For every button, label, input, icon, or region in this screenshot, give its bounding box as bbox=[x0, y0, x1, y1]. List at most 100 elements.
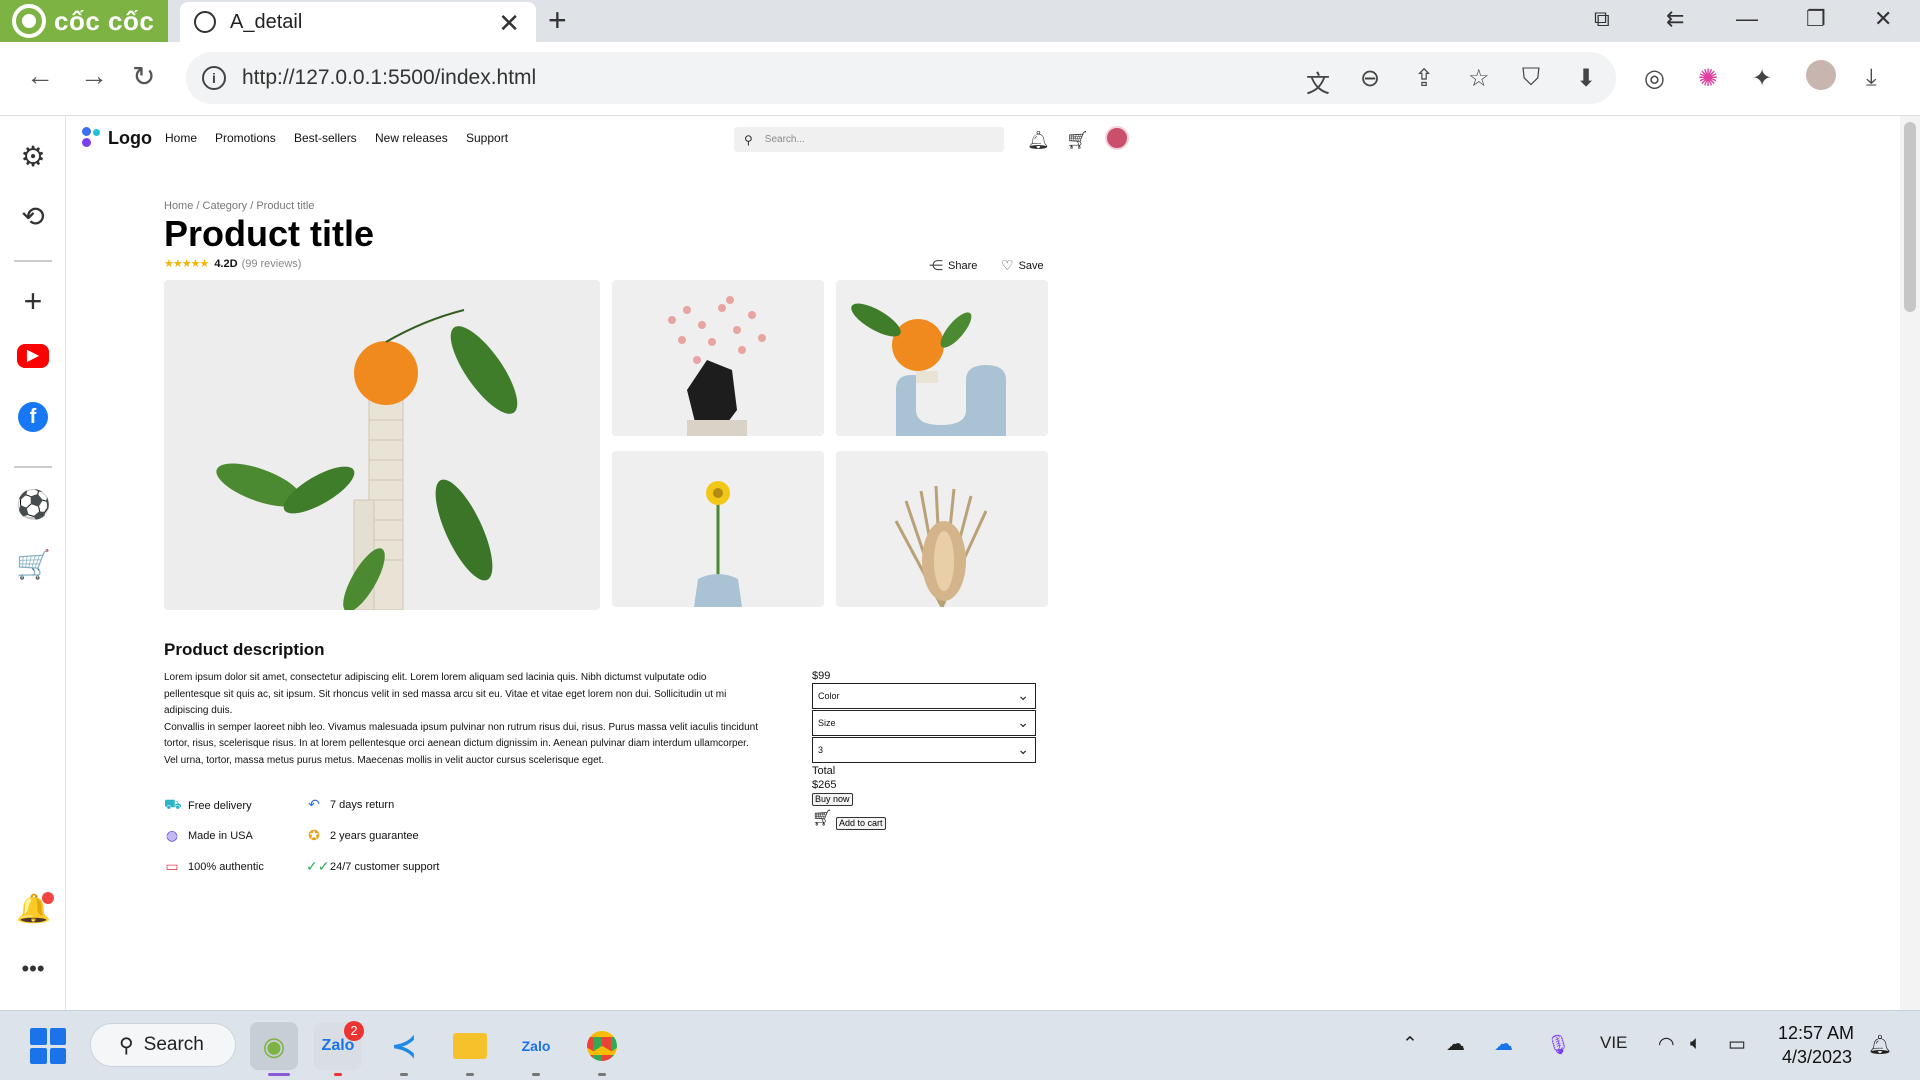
nav-link-home[interactable]: Home bbox=[165, 131, 197, 145]
feature-authentic: ▭ 100% authentic bbox=[164, 858, 263, 875]
feature-label: Free delivery bbox=[188, 799, 252, 812]
product-thumb-yellow-flower[interactable] bbox=[612, 451, 824, 607]
volume-icon[interactable]: 🔈︎ bbox=[1690, 1033, 1701, 1055]
share-page-icon[interactable]: ⇪ bbox=[1414, 64, 1434, 93]
file-explorer-taskbar-icon[interactable] bbox=[446, 1022, 494, 1070]
taskbar-search[interactable]: ⚲ Search bbox=[90, 1023, 236, 1067]
windows-start-icon[interactable] bbox=[30, 1028, 66, 1064]
color-wheel-icon[interactable]: ✺ bbox=[1698, 64, 1718, 93]
save-button[interactable]: ♡ Save bbox=[1001, 257, 1044, 274]
close-tab-icon[interactable]: ✕ bbox=[498, 8, 520, 39]
clock-date[interactable]: 4/3/2023 bbox=[1782, 1047, 1852, 1068]
extensions-icon[interactable]: ✦ bbox=[1752, 64, 1772, 93]
close-window-button[interactable]: ✕ bbox=[1874, 6, 1892, 32]
chevron-up-icon[interactable]: ⌃ bbox=[1402, 1033, 1418, 1056]
translate-icon[interactable]: 文 bbox=[1306, 64, 1330, 99]
tab-title: A_detail bbox=[230, 10, 303, 33]
nav-link-new-releases[interactable]: New releases bbox=[375, 131, 448, 145]
youtube-icon[interactable]: ▶ bbox=[17, 344, 49, 368]
quantity-select-value: 3 bbox=[818, 745, 824, 755]
add-to-cart-button[interactable]: Add to cart bbox=[836, 817, 886, 830]
review-count[interactable]: (99 reviews) bbox=[242, 258, 302, 270]
history-icon[interactable]: ⟲ bbox=[16, 200, 50, 234]
cart-icon[interactable]: 🛒︎ bbox=[1066, 130, 1089, 151]
browser-tab-strip: cốc cốc A_detail ✕ + ⧉ ⇇ — ❐ ✕ bbox=[0, 0, 1920, 42]
product-main-image[interactable] bbox=[164, 280, 600, 610]
new-tab-button[interactable]: + bbox=[548, 2, 567, 39]
heart-icon: ♡ bbox=[1001, 257, 1014, 273]
user-avatar[interactable] bbox=[1105, 126, 1129, 150]
bookmark-star-icon[interactable]: ☆ bbox=[1468, 64, 1490, 93]
chevron-down-icon: ⌄ bbox=[1017, 714, 1029, 730]
product-thumb-flowers[interactable] bbox=[612, 280, 824, 436]
coccoc-taskbar-icon[interactable]: ◉ bbox=[250, 1022, 298, 1070]
size-select[interactable]: Size ⌄ bbox=[812, 710, 1036, 736]
feature-free-delivery: ⛟ Free delivery bbox=[164, 796, 252, 815]
compass-icon[interactable]: ◎ bbox=[1644, 64, 1665, 93]
add-panel-icon[interactable]: + bbox=[16, 284, 50, 318]
browser-tab-active[interactable]: A_detail ✕ bbox=[180, 2, 536, 42]
zoom-out-icon[interactable]: ⊖ bbox=[1360, 64, 1380, 93]
more-options-icon[interactable]: ••• bbox=[16, 952, 50, 986]
wifi-icon[interactable]: ◠ bbox=[1658, 1033, 1675, 1056]
share-button[interactable]: ⋲ Share bbox=[929, 257, 977, 274]
feature-label: 2 years guarantee bbox=[330, 829, 419, 842]
browser-brand-name: cốc cốc bbox=[54, 5, 155, 36]
vscode-taskbar-icon[interactable]: ≺ bbox=[380, 1022, 428, 1070]
nav-link-support[interactable]: Support bbox=[466, 131, 508, 145]
buy-now-button[interactable]: Buy now bbox=[812, 793, 853, 806]
onedrive-cloud-icon[interactable]: ☁ bbox=[1446, 1033, 1465, 1056]
site-info-icon[interactable]: i bbox=[202, 66, 226, 90]
clock-time[interactable]: 12:57 AM bbox=[1778, 1023, 1854, 1044]
globe-icon: ◍ bbox=[165, 827, 179, 843]
color-select-value: Color bbox=[818, 691, 840, 701]
app-indicator bbox=[334, 1073, 342, 1076]
page-scrollbar-thumb[interactable] bbox=[1904, 122, 1916, 312]
quantity-select[interactable]: 3 ⌄ bbox=[812, 737, 1036, 763]
download-page-icon[interactable]: ⬇ bbox=[1576, 64, 1596, 93]
color-select[interactable]: Color ⌄ bbox=[812, 683, 1036, 709]
sidebar-toggle-icon[interactable]: ⇇ bbox=[1666, 6, 1684, 32]
feature-return: ↶ 7 days return bbox=[306, 796, 394, 813]
shield-icon[interactable]: ⛉ bbox=[1522, 64, 1540, 92]
address-bar[interactable]: i http://127.0.0.1:5500/index.html bbox=[186, 52, 1616, 104]
search-tabs-icon[interactable]: ⧉ bbox=[1594, 6, 1610, 32]
logo-mark-icon bbox=[82, 127, 104, 149]
chrome-taskbar-icon[interactable] bbox=[578, 1022, 626, 1070]
language-indicator[interactable]: VIE bbox=[1600, 1033, 1627, 1053]
chevron-down-icon: ⌄ bbox=[1017, 741, 1029, 757]
microphone-icon[interactable]: 🎙︎ bbox=[1546, 1033, 1570, 1057]
profile-avatar[interactable] bbox=[1806, 60, 1836, 90]
check-icon: ✓✓ bbox=[306, 858, 330, 874]
product-thumb-orange[interactable] bbox=[836, 280, 1048, 436]
site-logo[interactable]: Logo bbox=[82, 127, 152, 149]
rating-score: 4.2D bbox=[214, 257, 238, 270]
globe-icon bbox=[194, 11, 216, 33]
nav-link-best-sellers[interactable]: Best-sellers bbox=[294, 131, 357, 145]
browser-toolbar: ← → ↻ i http://127.0.0.1:5500/index.html… bbox=[0, 42, 1920, 116]
bell-icon[interactable]: 🔔︎ bbox=[1027, 130, 1050, 151]
back-icon[interactable]: ← bbox=[26, 60, 54, 92]
forward-icon[interactable]: → bbox=[80, 60, 108, 92]
nav-link-promotions[interactable]: Promotions bbox=[215, 131, 276, 145]
notification-center-icon[interactable]: 🔔︎ bbox=[1868, 1033, 1892, 1057]
minimize-button[interactable]: — bbox=[1736, 6, 1758, 32]
return-icon: ↶ bbox=[308, 796, 320, 812]
browser-menu-button[interactable]: cốc cốc bbox=[0, 0, 168, 42]
site-search-input[interactable]: ⚲ Search... bbox=[734, 127, 1004, 152]
facebook-icon[interactable]: f bbox=[18, 402, 48, 432]
downloads-icon[interactable]: ⤓ bbox=[1866, 64, 1877, 92]
save-label: Save bbox=[1018, 259, 1044, 272]
restore-button[interactable]: ❐ bbox=[1806, 6, 1826, 32]
shopping-cart-app-icon[interactable]: 🛒 bbox=[16, 548, 51, 582]
cart-icon: 🛒︎ bbox=[812, 810, 833, 827]
breadcrumb: Home / Category / Product title bbox=[164, 200, 315, 212]
total-label: Total bbox=[812, 765, 836, 777]
soccer-game-icon[interactable]: ⚽ bbox=[16, 488, 51, 522]
onedrive-blue-icon[interactable]: ☁ bbox=[1494, 1033, 1513, 1056]
zalo-pc-taskbar-icon[interactable]: Zalo bbox=[512, 1022, 560, 1070]
battery-icon[interactable]: ▭ bbox=[1728, 1033, 1746, 1056]
settings-gear-icon[interactable]: ⚙ bbox=[16, 140, 50, 174]
reload-icon[interactable]: ↻ bbox=[132, 60, 155, 93]
product-thumb-dried-plants[interactable] bbox=[836, 451, 1048, 607]
